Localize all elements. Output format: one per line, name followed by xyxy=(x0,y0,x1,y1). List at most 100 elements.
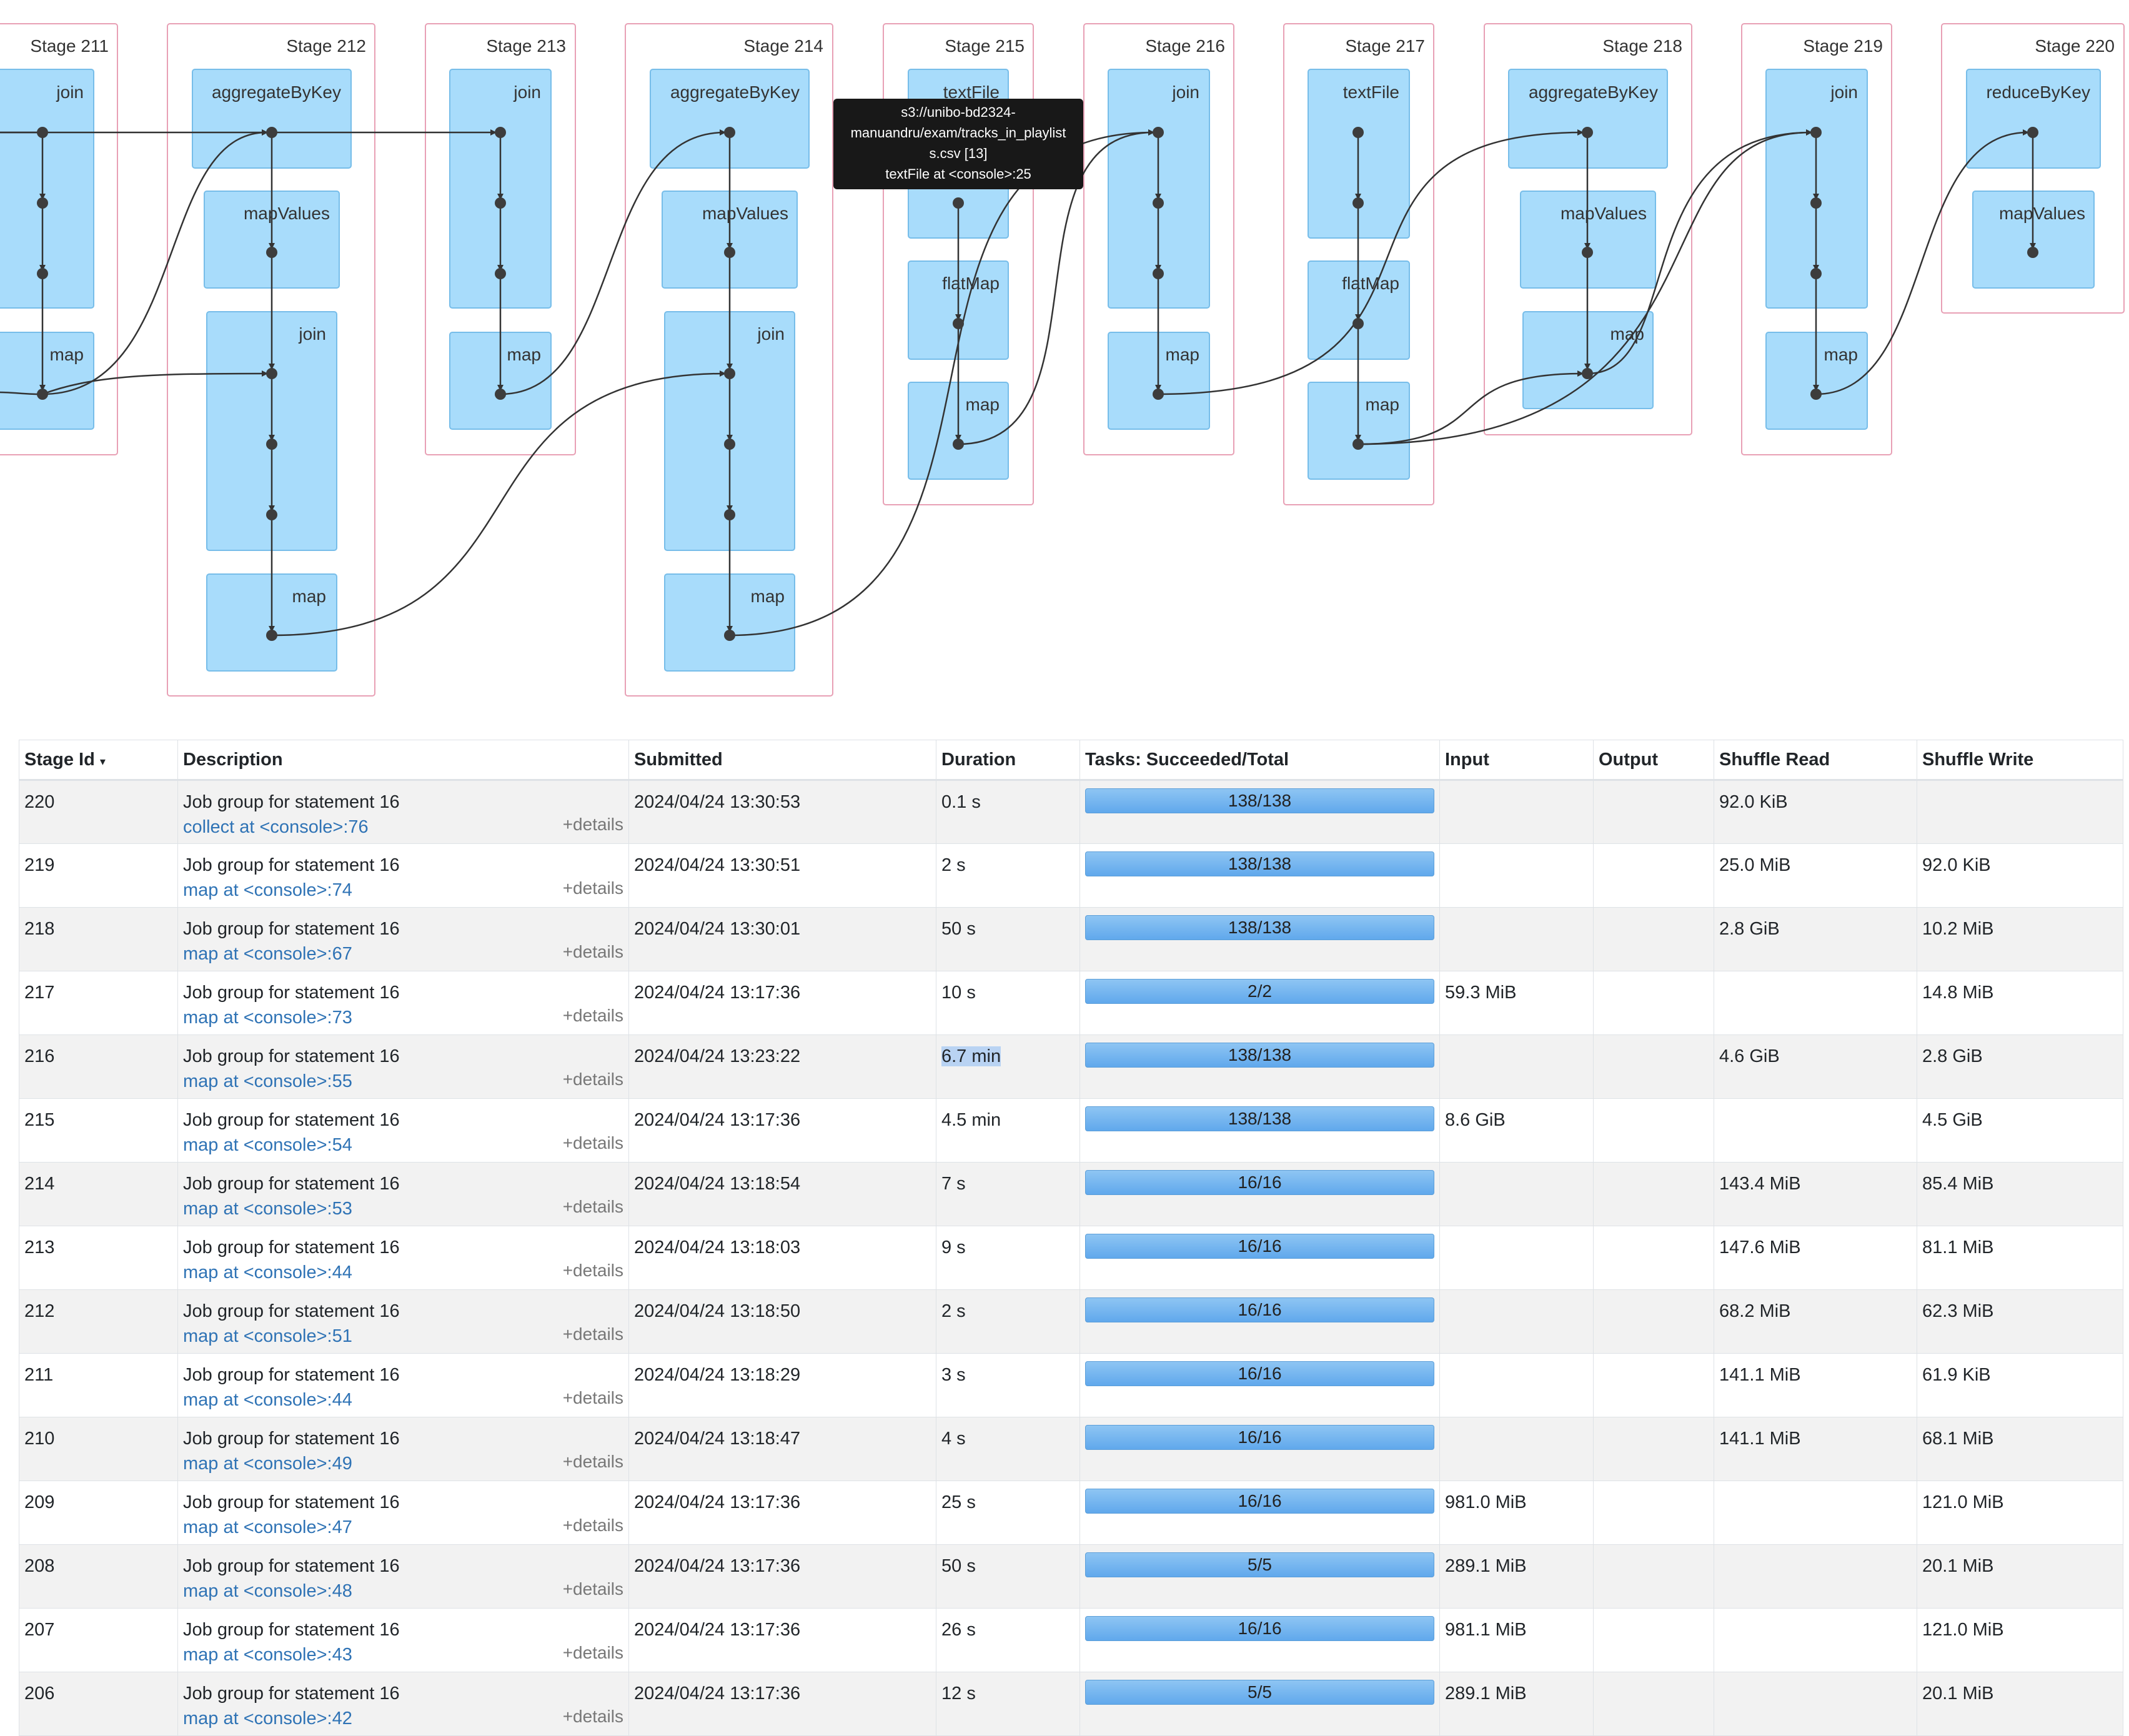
output-cell xyxy=(1593,1417,1714,1481)
col-input[interactable]: Input xyxy=(1439,740,1594,781)
tasks-progress-bar: 138/138 xyxy=(1085,1106,1434,1131)
details-toggle[interactable]: +details xyxy=(563,878,623,898)
input-cell: 289.1 MiB xyxy=(1439,1672,1594,1736)
tasks-progress-bar: 5/5 xyxy=(1085,1680,1434,1705)
shuffle-write-cell: 92.0 KiB xyxy=(1917,843,2123,908)
duration-value: 4.5 min xyxy=(941,1110,1001,1130)
details-toggle[interactable]: +details xyxy=(563,1261,623,1281)
duration-value: 25 s xyxy=(941,1492,976,1512)
job-group-text: Job group for statement 16 xyxy=(183,1174,400,1194)
stage-link[interactable]: map at <console>:55 xyxy=(183,1071,352,1091)
duration-cell: 25 s xyxy=(936,1481,1080,1545)
dag-visualization: Stage 211 join map Stage 212 aggregateBy… xyxy=(0,0,2129,718)
op-label: textFile xyxy=(1343,82,1399,102)
table-row: 212 Job group for statement 16 map at <con… xyxy=(19,1289,2123,1354)
description-cell: Job group for statement 16 map at <consol… xyxy=(177,971,629,1035)
table-header-row: Stage Id ▾ Description Submitted Duratio… xyxy=(19,740,2123,781)
stage-id-cell: 208 xyxy=(19,1544,178,1609)
tasks-progress-bar: 138/138 xyxy=(1085,851,1434,876)
tasks-cell: 16/16 xyxy=(1079,1162,1440,1226)
stage-link[interactable]: map at <console>:67 xyxy=(183,944,352,964)
details-toggle[interactable]: +details xyxy=(563,1707,623,1727)
tasks-progress-bar: 16/16 xyxy=(1085,1170,1434,1195)
details-toggle[interactable]: +details xyxy=(563,1388,623,1408)
stage-link[interactable]: map at <console>:74 xyxy=(183,880,352,900)
duration-cell: 7 s xyxy=(936,1162,1080,1226)
submitted-cell: 2024/04/24 13:18:54 xyxy=(628,1162,936,1226)
table-row: 216 Job group for statement 16 map at <con… xyxy=(19,1034,2123,1099)
stage-link[interactable]: map at <console>:48 xyxy=(183,1581,352,1601)
details-toggle[interactable]: +details xyxy=(563,1324,623,1344)
col-stage-id[interactable]: Stage Id ▾ xyxy=(19,740,178,781)
table-row: 209 Job group for statement 16 map at <con… xyxy=(19,1481,2123,1545)
stage-link[interactable]: map at <console>:51 xyxy=(183,1326,352,1346)
details-toggle[interactable]: +details xyxy=(563,1515,623,1535)
duration-value: 4 s xyxy=(941,1429,966,1449)
shuffle-write-cell: 20.1 MiB xyxy=(1917,1672,2123,1736)
duration-cell: 10 s xyxy=(936,971,1080,1035)
stage-link[interactable]: map at <console>:44 xyxy=(183,1390,352,1410)
stage-link[interactable]: map at <console>:53 xyxy=(183,1199,352,1219)
job-group-text: Job group for statement 16 xyxy=(183,1365,400,1385)
op-label: map xyxy=(1366,395,1399,414)
output-cell xyxy=(1593,1481,1714,1545)
submitted-cell: 2024/04/24 13:17:36 xyxy=(628,1481,936,1545)
details-toggle[interactable]: +details xyxy=(563,815,623,835)
details-toggle[interactable]: +details xyxy=(563,942,623,962)
tasks-progress-bar: 16/16 xyxy=(1085,1297,1434,1322)
stage-link[interactable]: map at <console>:44 xyxy=(183,1262,352,1282)
col-tasks[interactable]: Tasks: Succeeded/Total xyxy=(1079,740,1440,781)
col-description[interactable]: Description xyxy=(177,740,629,781)
stage-link[interactable]: map at <console>:43 xyxy=(183,1645,352,1665)
submitted-cell: 2024/04/24 13:17:36 xyxy=(628,971,936,1035)
tasks-cell: 5/5 xyxy=(1079,1544,1440,1609)
stage-link[interactable]: map at <console>:49 xyxy=(183,1454,352,1474)
duration-cell: 26 s xyxy=(936,1608,1080,1672)
submitted-cell: 2024/04/24 13:18:50 xyxy=(628,1289,936,1354)
description-cell: Job group for statement 16 map at <consol… xyxy=(177,907,629,971)
output-cell xyxy=(1593,1672,1714,1736)
rdd-tooltip: s3://unibo-bd2324- manuandru/exam/tracks… xyxy=(833,99,1083,189)
description-cell: Job group for statement 16 map at <consol… xyxy=(177,1034,629,1099)
stage-link[interactable]: map at <console>:73 xyxy=(183,1008,352,1028)
stage-link[interactable]: map at <console>:54 xyxy=(183,1135,352,1155)
output-cell xyxy=(1593,1226,1714,1290)
col-shuffle-read[interactable]: Shuffle Read xyxy=(1714,740,1917,781)
input-cell xyxy=(1439,1417,1594,1481)
details-toggle[interactable]: +details xyxy=(563,1006,623,1026)
table-row: 211 Job group for statement 16 map at <con… xyxy=(19,1353,2123,1417)
details-toggle[interactable]: +details xyxy=(563,1452,623,1472)
output-cell xyxy=(1593,907,1714,971)
stage-link[interactable]: collect at <console>:76 xyxy=(183,817,369,837)
details-toggle[interactable]: +details xyxy=(563,1579,623,1599)
col-shuffle-write[interactable]: Shuffle Write xyxy=(1917,740,2123,781)
stage-link[interactable]: map at <console>:42 xyxy=(183,1709,352,1729)
shuffle-read-cell xyxy=(1714,1098,1917,1163)
submitted-cell: 2024/04/24 13:17:36 xyxy=(628,1608,936,1672)
shuffle-write-cell: 85.4 MiB xyxy=(1917,1162,2123,1226)
stage-id-cell: 211 xyxy=(19,1353,178,1417)
stage-211[interactable]: Stage 211 join map xyxy=(0,23,118,455)
details-toggle[interactable]: +details xyxy=(563,1197,623,1217)
input-cell xyxy=(1439,843,1594,908)
shuffle-read-cell: 143.4 MiB xyxy=(1714,1162,1917,1226)
output-cell xyxy=(1593,1098,1714,1163)
stage-id-cell: 214 xyxy=(19,1162,178,1226)
sort-desc-icon[interactable]: ▾ xyxy=(100,755,106,768)
tasks-cell: 5/5 xyxy=(1079,1672,1440,1736)
stage-link[interactable]: map at <console>:47 xyxy=(183,1517,352,1537)
col-duration[interactable]: Duration xyxy=(936,740,1080,781)
tasks-progress-bar: 138/138 xyxy=(1085,915,1434,940)
description-cell: Job group for statement 16 map at <consol… xyxy=(177,1098,629,1163)
tasks-progress-bar: 5/5 xyxy=(1085,1552,1434,1577)
details-toggle[interactable]: +details xyxy=(563,1069,623,1089)
shuffle-read-cell: 92.0 KiB xyxy=(1714,780,1917,844)
table-row: 219 Job group for statement 16 map at <con… xyxy=(19,843,2123,908)
op-label: join xyxy=(298,324,326,344)
col-submitted[interactable]: Submitted xyxy=(628,740,936,781)
submitted-cell: 2024/04/24 13:30:53 xyxy=(628,780,936,844)
col-output[interactable]: Output xyxy=(1593,740,1714,781)
table-row: 218 Job group for statement 16 map at <con… xyxy=(19,907,2123,971)
details-toggle[interactable]: +details xyxy=(563,1643,623,1663)
details-toggle[interactable]: +details xyxy=(563,1133,623,1153)
